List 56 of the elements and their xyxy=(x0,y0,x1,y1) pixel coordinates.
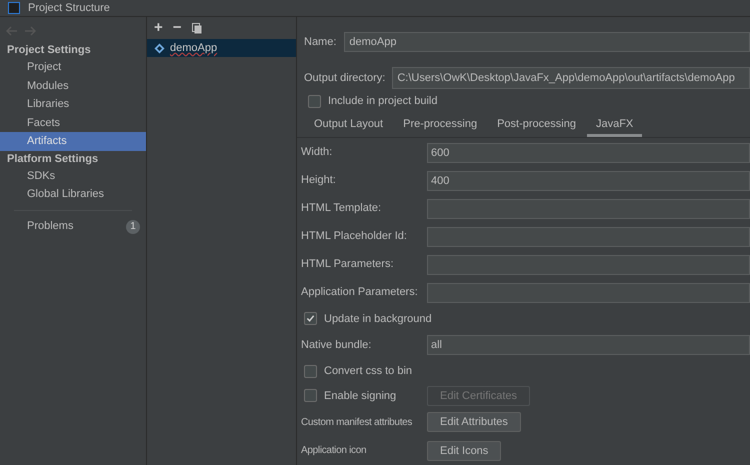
app-logo-icon xyxy=(8,2,20,14)
checkbox[interactable] xyxy=(304,389,317,402)
artifact-item[interactable]: demoApp xyxy=(147,39,296,57)
remove-button[interactable]: − xyxy=(172,20,182,36)
section-heading: Platform Settings xyxy=(6,152,100,166)
text-field[interactable]: 600 xyxy=(427,142,750,162)
field-label: Custom manifest attributes xyxy=(301,416,414,430)
tab[interactable]: Post-processing xyxy=(488,116,585,136)
field-label: Output directory: xyxy=(304,70,386,86)
field-label: Name: xyxy=(304,35,336,50)
sidebar-item[interactable]: SDKs xyxy=(0,166,146,185)
sidebar-item[interactable]: Artifacts xyxy=(0,132,146,150)
field-label: Native bundle: xyxy=(301,338,372,353)
field-label: Width: xyxy=(301,145,334,160)
back-arrow-icon[interactable] xyxy=(6,26,18,36)
tab[interactable]: Pre-processing xyxy=(394,116,486,136)
field-label: HTML Template: xyxy=(301,201,382,216)
output-directory-field[interactable]: C:\Users\OwK\Desktop\JavaFx_App\demoApp\out\artifacts\demoApp xyxy=(392,67,750,90)
checkmark-icon xyxy=(306,314,315,324)
checkbox-label: Enable signing xyxy=(324,388,396,404)
checkbox-label: Convert css to bin xyxy=(324,364,412,379)
checkbox[interactable] xyxy=(304,312,317,326)
edit-button[interactable]: Edit Icons xyxy=(427,440,502,461)
sidebar-item[interactable]: Libraries xyxy=(0,95,146,114)
text-field[interactable] xyxy=(427,254,750,274)
field-label: HTML Placeholder Id: xyxy=(301,229,408,244)
copy-icon[interactable] xyxy=(192,22,202,34)
tab[interactable]: JavaFX xyxy=(586,116,642,136)
checkbox[interactable] xyxy=(308,94,321,108)
sidebar-item[interactable]: Global Libraries xyxy=(0,185,146,204)
text-field[interactable]: all xyxy=(427,335,750,355)
field-label: Application icon xyxy=(301,444,368,458)
field-label: Height: xyxy=(301,173,337,188)
edit-button[interactable]: Edit Attributes xyxy=(427,412,521,432)
field-label: Application Parameters: xyxy=(301,285,419,300)
text-field[interactable] xyxy=(427,198,750,218)
artifact-name: demoApp xyxy=(170,40,218,56)
sidebar-item[interactable]: Problems xyxy=(27,218,74,235)
checkbox[interactable] xyxy=(304,364,317,378)
text-field[interactable] xyxy=(427,282,750,302)
sidebar-item[interactable]: Project xyxy=(0,58,146,76)
add-button[interactable]: + xyxy=(154,20,163,36)
section-heading: Project Settings xyxy=(6,43,92,58)
forward-arrow-icon[interactable] xyxy=(24,26,36,36)
sidebar-item[interactable]: Modules xyxy=(0,76,146,95)
name-field[interactable]: demoApp xyxy=(344,32,750,52)
count-badge: 1 xyxy=(126,220,140,234)
window-title: Project Structure xyxy=(28,0,110,16)
tab[interactable]: Output Layout xyxy=(305,116,392,136)
diamond-icon xyxy=(154,42,165,54)
text-field[interactable] xyxy=(427,226,750,246)
text-field[interactable]: 400 xyxy=(427,170,750,190)
checkbox-label: Include in project build xyxy=(328,94,438,109)
sidebar-item[interactable]: Facets xyxy=(0,114,146,132)
checkbox-label: Update in background xyxy=(324,312,432,326)
field-label: HTML Parameters: xyxy=(301,257,395,272)
